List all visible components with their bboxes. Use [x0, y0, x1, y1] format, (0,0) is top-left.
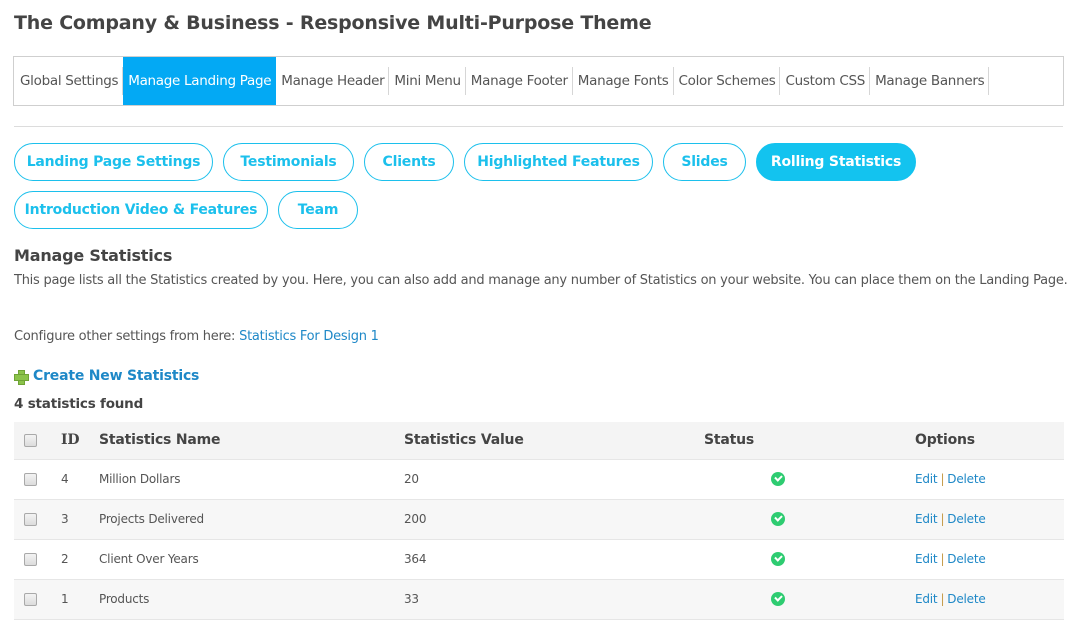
- header-options-label: Options: [915, 432, 975, 449]
- header-select-cell: [14, 422, 48, 459]
- sub-nav: Landing Page Settings Testimonials Clien…: [14, 143, 1064, 229]
- row-checkbox[interactable]: [24, 593, 37, 606]
- configure-line: Configure other settings from here: Stat…: [14, 329, 379, 344]
- edit-link[interactable]: Edit: [915, 552, 938, 566]
- nav-manage-fonts[interactable]: Manage Fonts: [573, 57, 674, 105]
- main-nav: Global Settings Manage Landing Page Mana…: [13, 56, 1064, 106]
- row-value: 20: [404, 458, 704, 499]
- check-circle-icon[interactable]: [770, 592, 785, 607]
- row-checkbox[interactable]: [24, 513, 37, 526]
- nav-manage-header[interactable]: Manage Header: [276, 57, 390, 105]
- section-divider: [14, 126, 1063, 127]
- row-id: 2: [48, 538, 99, 579]
- header-options: Options: [851, 422, 1064, 459]
- nav-custom-css[interactable]: Custom CSS: [780, 57, 870, 105]
- tab-team[interactable]: Team: [278, 191, 358, 229]
- table-row: 4 Million Dollars 20 Edit | Delete: [14, 458, 1064, 499]
- tab-highlighted-features[interactable]: Highlighted Features: [464, 143, 653, 181]
- header-id[interactable]: ID: [48, 422, 99, 459]
- header-status[interactable]: Status: [704, 422, 851, 459]
- row-value: 364: [404, 538, 704, 579]
- row-checkbox[interactable]: [24, 553, 37, 566]
- select-all-checkbox[interactable]: [24, 433, 37, 447]
- row-id: 3: [48, 498, 99, 539]
- check-circle-icon[interactable]: [770, 512, 785, 527]
- tab-introduction-video-features[interactable]: Introduction Video & Features: [14, 191, 268, 229]
- tab-clients[interactable]: Clients: [364, 143, 454, 181]
- row-value: 33: [404, 578, 704, 620]
- table-header-row: ID Statistics Name Statistics Value Stat…: [14, 422, 1064, 459]
- configure-prefix: Configure other settings from here:: [14, 329, 240, 344]
- tab-testimonials[interactable]: Testimonials: [223, 143, 354, 181]
- statistics-table: ID Statistics Name Statistics Value Stat…: [14, 422, 1064, 620]
- table-row: 2 Client Over Years 364 Edit | Delete: [14, 538, 1064, 579]
- delete-link[interactable]: Delete: [947, 552, 985, 566]
- tab-landing-page-settings[interactable]: Landing Page Settings: [14, 143, 213, 181]
- edit-link[interactable]: Edit: [915, 592, 938, 606]
- statistics-design-link[interactable]: Statistics For Design 1: [239, 329, 379, 344]
- nav-manage-footer[interactable]: Manage Footer: [466, 57, 573, 105]
- section-description: This page lists all the Statistics creat…: [14, 273, 1068, 288]
- row-id: 1: [48, 578, 99, 620]
- header-name[interactable]: Statistics Name: [99, 422, 404, 459]
- section-title: Manage Statistics: [14, 246, 173, 265]
- separator: |: [940, 592, 945, 606]
- delete-link[interactable]: Delete: [947, 592, 985, 606]
- table-row: 3 Projects Delivered 200 Edit | Delete: [14, 498, 1064, 539]
- header-value[interactable]: Statistics Value: [404, 422, 704, 459]
- edit-link[interactable]: Edit: [915, 472, 938, 486]
- nav-mini-menu[interactable]: Mini Menu: [389, 57, 467, 105]
- tab-slides[interactable]: Slides: [663, 143, 746, 181]
- tab-rolling-statistics[interactable]: Rolling Statistics: [756, 143, 916, 181]
- create-new-statistics-link[interactable]: Create New Statistics: [14, 368, 200, 385]
- check-circle-icon[interactable]: [770, 472, 785, 487]
- row-checkbox[interactable]: [24, 473, 37, 486]
- create-new-statistics-label: Create New Statistics: [33, 368, 200, 384]
- row-value: 200: [404, 498, 704, 539]
- delete-link[interactable]: Delete: [947, 472, 985, 486]
- separator: |: [940, 512, 945, 526]
- separator: |: [940, 552, 945, 566]
- row-name: Products: [99, 578, 404, 620]
- check-circle-icon[interactable]: [770, 552, 785, 567]
- page-title: The Company & Business - Responsive Mult…: [14, 12, 652, 34]
- table-row: 1 Products 33 Edit | Delete: [14, 578, 1064, 620]
- row-name: Million Dollars: [99, 458, 404, 499]
- delete-link[interactable]: Delete: [947, 512, 985, 526]
- row-id: 4: [48, 458, 99, 499]
- separator: |: [940, 472, 945, 486]
- nav-manage-banners[interactable]: Manage Banners: [870, 57, 990, 105]
- edit-link[interactable]: Edit: [915, 512, 938, 526]
- nav-manage-landing-page[interactable]: Manage Landing Page: [123, 57, 277, 105]
- nav-color-schemes[interactable]: Color Schemes: [674, 57, 781, 105]
- row-name: Client Over Years: [99, 538, 404, 579]
- plus-icon: [14, 369, 29, 385]
- nav-global-settings[interactable]: Global Settings: [14, 57, 124, 105]
- results-count: 4 statistics found: [14, 396, 144, 412]
- row-name: Projects Delivered: [99, 498, 404, 539]
